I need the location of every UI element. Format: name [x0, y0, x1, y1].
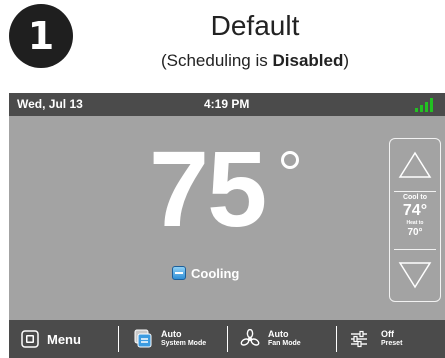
signal-strength-icon — [415, 98, 433, 112]
status-bar: Wed, Jul 13 4:19 PM — [9, 93, 445, 116]
preset-caption: Preset — [381, 340, 403, 347]
heat-setpoint-label: Heat to — [406, 220, 424, 226]
system-mode-icon — [134, 329, 152, 348]
thermostat-screen: Wed, Jul 13 4:19 PM 75 Cooling Cool to 7… — [9, 93, 445, 358]
bottom-bar-separator — [118, 326, 119, 352]
preset-sliders-icon — [351, 330, 367, 348]
increase-setpoint-button[interactable] — [390, 139, 440, 191]
page-title: Default — [210, 10, 300, 41]
system-mode-caption: System Mode — [161, 340, 207, 347]
heat-setpoint-value: 70° — [407, 227, 423, 238]
setpoint-values: Cool to 74° Heat to 70° — [390, 193, 440, 239]
mode-label: Cooling — [191, 265, 240, 281]
status-date: Wed, Jul 13 — [17, 97, 83, 111]
arrow-down-icon — [398, 262, 432, 289]
subtitle-suffix: ) — [343, 51, 350, 70]
step-number-badge: 1 — [9, 4, 73, 68]
current-temperature: 75 — [149, 128, 267, 249]
setpoint-panel: Cool to 74° Heat to 70° — [389, 138, 441, 302]
bottom-bar-separator — [336, 326, 337, 352]
cool-setpoint-label: Cool to — [402, 194, 428, 201]
system-mode-value: Auto — [161, 329, 182, 339]
system-mode-text: Auto System Mode — [161, 329, 206, 349]
setpoint-divider-top — [394, 191, 436, 192]
decrease-setpoint-button[interactable] — [390, 249, 440, 301]
cool-setpoint-value: 74° — [402, 202, 428, 219]
menu-label: Menu — [47, 331, 81, 347]
status-time: 4:19 PM — [204, 97, 250, 111]
degree-symbol-icon — [281, 151, 299, 169]
page-subtitle: (Scheduling is Disabled) — [100, 50, 410, 72]
preset-value: Off — [381, 329, 394, 339]
mode-indicator: Cooling — [172, 264, 239, 282]
fan-mode-text: Auto Fan Mode — [268, 329, 301, 349]
fan-mode-value: Auto — [268, 329, 289, 339]
bottom-bar-separator — [227, 326, 228, 352]
preset-button[interactable]: Off Preset — [349, 320, 402, 358]
menu-button[interactable]: Menu — [21, 320, 81, 358]
subtitle-prefix: (Scheduling is — [160, 51, 273, 70]
cooling-icon — [172, 266, 186, 280]
bottom-bar: Menu Auto System Mode Auto Fan Mode Off … — [9, 320, 445, 358]
preset-text: Off Preset — [381, 329, 402, 349]
system-mode-button[interactable]: Auto System Mode — [133, 320, 206, 358]
fan-icon — [240, 329, 260, 346]
subtitle-emphasis: Disabled — [272, 51, 344, 70]
fan-mode-button[interactable]: Auto Fan Mode — [240, 320, 301, 358]
menu-icon — [21, 330, 39, 348]
fan-mode-caption: Fan Mode — [268, 340, 301, 347]
arrow-up-icon — [398, 151, 432, 178]
